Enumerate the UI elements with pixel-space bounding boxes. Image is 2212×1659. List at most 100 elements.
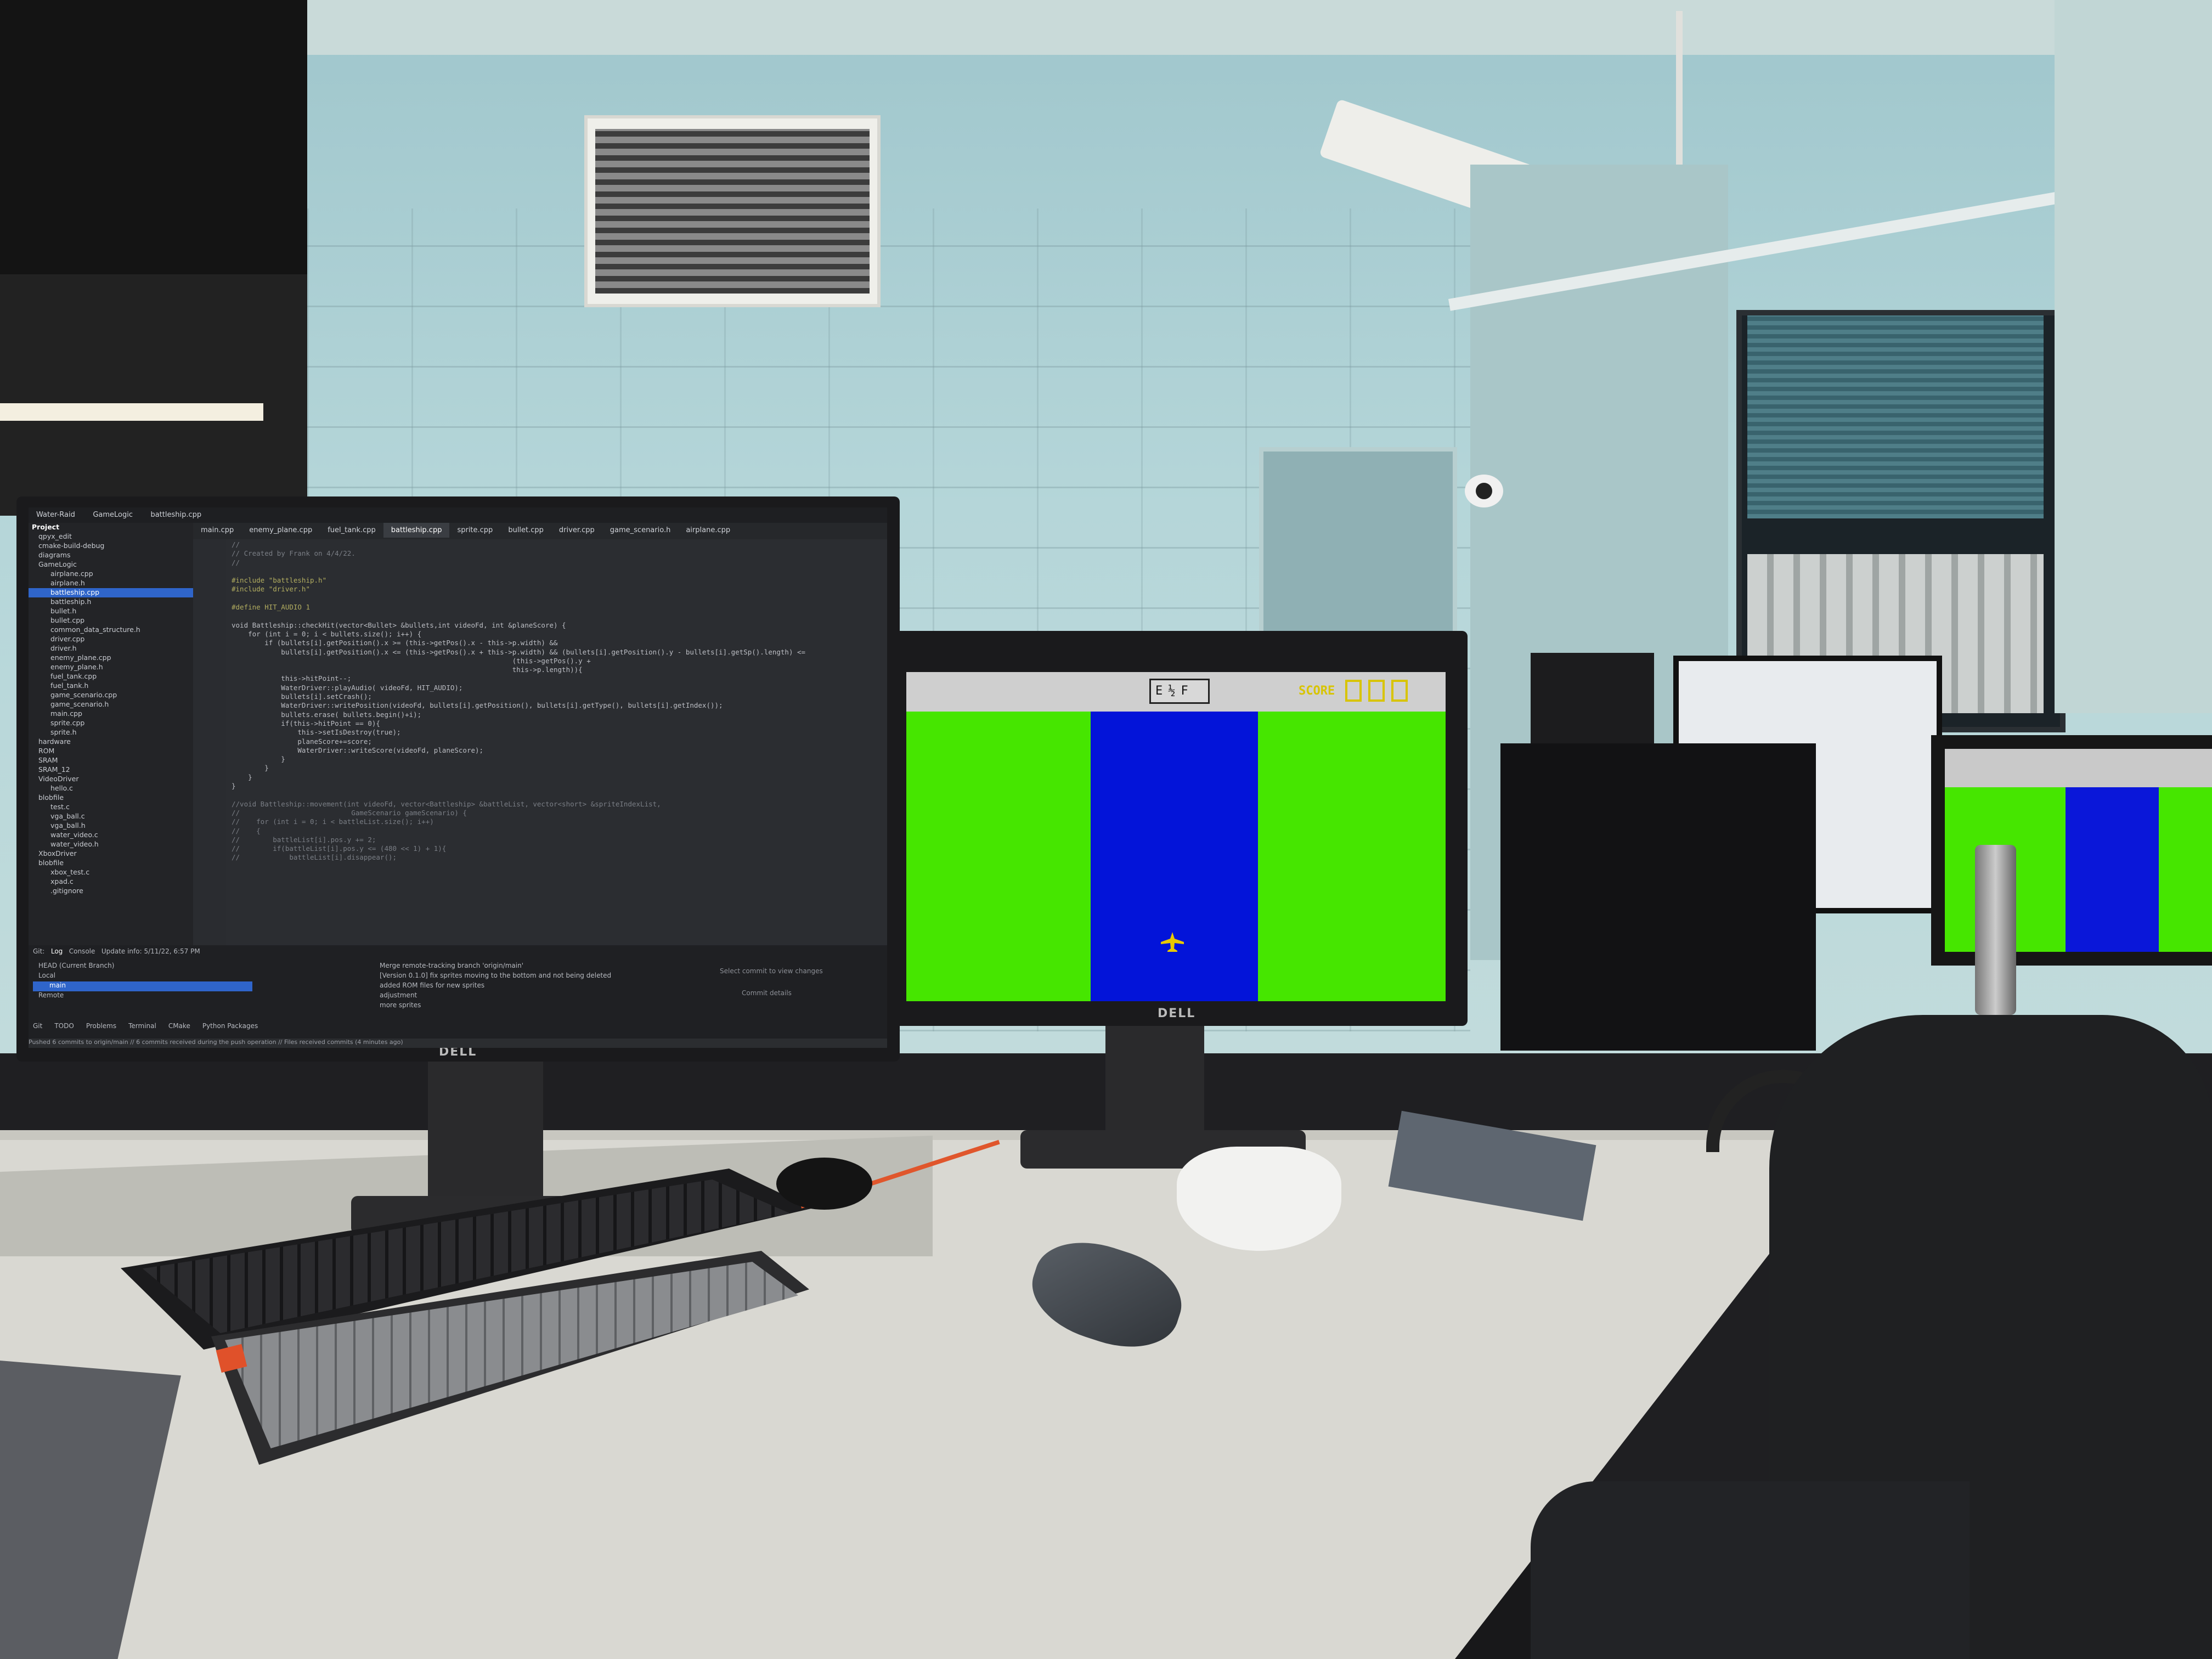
branch-item[interactable]: HEAD (Current Branch) (33, 962, 252, 972)
tree-item[interactable]: main.cpp (29, 709, 193, 719)
commit-row[interactable]: adjustment (380, 991, 687, 1001)
editor-tab[interactable]: enemy_plane.cpp (241, 523, 320, 538)
tree-item[interactable]: fuel_tank.cpp (29, 672, 193, 681)
editor-tab[interactable]: airplane.cpp (678, 523, 738, 538)
code-line: // GameScenario gameScenario) { (232, 808, 467, 817)
breadcrumb-project[interactable]: Water-Raid (29, 507, 83, 522)
tree-item[interactable]: XboxDriver (29, 849, 193, 859)
editor-tab[interactable]: bullet.cpp (500, 523, 551, 538)
tree-item[interactable]: enemy_plane.cpp (29, 653, 193, 663)
tree-item[interactable]: GameLogic (29, 560, 193, 569)
editor-tab[interactable]: fuel_tank.cpp (320, 523, 383, 538)
office-chair-seat (1531, 1481, 1970, 1659)
tree-item[interactable]: game_scenario.h (29, 700, 193, 709)
tree-item[interactable]: xpad.c (29, 877, 193, 887)
editor-tab[interactable]: driver.cpp (551, 523, 602, 538)
tool-window-button[interactable]: CMake (168, 1022, 190, 1030)
commit-details-link[interactable]: Commit details (742, 989, 792, 997)
tree-item[interactable]: sprite.cpp (29, 719, 193, 728)
code-line: // (232, 540, 240, 549)
code-line: // battleList[i].disappear(); (232, 853, 397, 862)
tree-item[interactable]: water_video.c (29, 831, 193, 840)
code-line: bullets[i].setCrash(); (232, 692, 372, 701)
editor-tab[interactable]: sprite.cpp (449, 523, 500, 538)
tree-item[interactable]: SRAM_12 (29, 765, 193, 775)
tree-item[interactable]: SRAM (29, 756, 193, 765)
tree-item[interactable]: battleship.h (29, 597, 193, 607)
dark-cabinet-lower (0, 274, 307, 516)
code-line: // for (int i = 0; i < battleList.size()… (232, 817, 434, 826)
commit-row[interactable]: more sprites (380, 1001, 687, 1011)
tree-item[interactable]: VideoDriver (29, 775, 193, 784)
tree-item[interactable]: cmake-build-debug (29, 541, 193, 551)
tree-item[interactable]: hardware (29, 737, 193, 747)
commit-row[interactable]: added ROM files for new sprites (380, 981, 687, 991)
editor-tab[interactable]: game_scenario.h (602, 523, 679, 538)
tree-item[interactable]: driver.cpp (29, 635, 193, 644)
tree-item[interactable]: airplane.h (29, 579, 193, 588)
code-line: WaterDriver::writePosition(videoFd, bull… (232, 701, 723, 710)
tool-window-bar: Git TODO Problems Terminal CMake Python Packa… (33, 1022, 270, 1030)
branch-item[interactable]: main (33, 981, 252, 991)
update-info: Update info: 5/11/22, 6:57 PM (101, 947, 200, 955)
door (1259, 447, 1457, 653)
tree-item[interactable]: bullet.cpp (29, 616, 193, 625)
tree-item[interactable]: test.c (29, 803, 193, 812)
tool-window-button[interactable]: Python Packages (202, 1022, 258, 1030)
code-line: (this->getPos().y + (232, 656, 591, 665)
tree-item[interactable]: common_data_structure.h (29, 625, 193, 635)
tool-window-button[interactable]: Problems (86, 1022, 116, 1030)
tree-item[interactable]: sprite.h (29, 728, 193, 737)
branch-item[interactable]: Local (33, 972, 252, 981)
tree-item[interactable]: enemy_plane.h (29, 663, 193, 672)
plane-icon (1160, 931, 1185, 953)
window-blinds (1747, 315, 2044, 518)
tree-item[interactable]: hello.c (29, 784, 193, 793)
code-line: } (232, 755, 285, 764)
tree-item[interactable]: ROM (29, 747, 193, 756)
tree-item[interactable]: blobfile (29, 859, 193, 868)
tool-window-button[interactable]: TODO (54, 1022, 74, 1030)
tab-git[interactable]: Git: (33, 947, 44, 955)
tab-console[interactable]: Console (69, 947, 95, 955)
tool-window-button[interactable]: Terminal (128, 1022, 156, 1030)
code-line: bullets[i].getPosition().x <= (this->get… (232, 647, 806, 656)
tree-item[interactable]: game_scenario.cpp (29, 691, 193, 700)
editor-tab[interactable]: main.cpp (193, 523, 241, 538)
black-mouse[interactable] (776, 1158, 872, 1210)
commit-row[interactable]: Merge remote-tracking branch 'origin/mai… (380, 962, 687, 972)
score-digit (1345, 680, 1362, 702)
commit-row[interactable]: [Version 0.1.0] fix sprites moving to th… (380, 972, 687, 981)
breadcrumb-folder[interactable]: GameLogic (85, 507, 140, 522)
tree-item[interactable]: vga_ball.h (29, 821, 193, 831)
tree-item[interactable]: driver.h (29, 644, 193, 653)
code-line: if (bullets[i].getPosition().x >= (this-… (232, 639, 558, 647)
code-area[interactable]: //// Created by Frank on 4/4/22.// #inclu… (232, 540, 884, 944)
tree-item[interactable]: fuel_tank.h (29, 681, 193, 691)
score-digit (1368, 680, 1385, 702)
tree-item[interactable]: diagrams (29, 551, 193, 560)
fuel-gauge-label: E½F (1155, 684, 1194, 698)
tree-item[interactable]: .gitignore (29, 887, 193, 896)
tree-item[interactable]: water_video.h (29, 840, 193, 849)
code-editor[interactable]: main.cpp enemy_plane.cpp fuel_tank.cpp batt… (193, 523, 887, 945)
tree-item[interactable]: blobfile (29, 793, 193, 803)
tree-item[interactable]: qpyx_edit (29, 532, 193, 541)
tree-item[interactable]: xbox_test.c (29, 868, 193, 877)
branch-item[interactable]: Remote (33, 991, 252, 1001)
project-label[interactable]: Project (29, 523, 193, 532)
tab-log[interactable]: Log (51, 947, 63, 955)
tree-item[interactable]: vga_ball.c (29, 812, 193, 821)
tool-window-button[interactable]: Git (33, 1022, 42, 1030)
score-digit (1391, 680, 1408, 702)
xbox-controller[interactable] (1177, 1147, 1341, 1251)
air-vent-grille (595, 129, 870, 294)
breadcrumb-file[interactable]: battleship.cpp (143, 507, 209, 522)
editor-tab[interactable]: battleship.cpp (383, 523, 450, 538)
tree-item[interactable]: battleship.cpp (29, 588, 193, 597)
code-line: this->setIsDestroy(true); (232, 728, 401, 737)
tree-item[interactable]: airplane.cpp (29, 569, 193, 579)
tree-item[interactable]: bullet.h (29, 607, 193, 616)
background-game-hud (1945, 749, 2212, 787)
